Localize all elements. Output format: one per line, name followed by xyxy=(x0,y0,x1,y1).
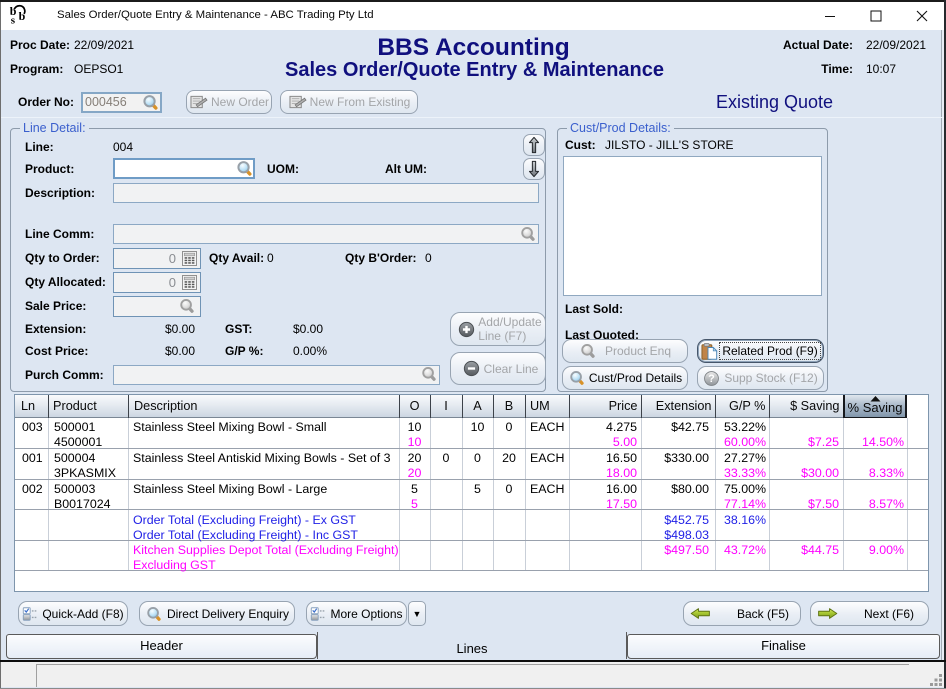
svg-text:s: s xyxy=(11,15,16,27)
svg-text:b: b xyxy=(19,9,26,23)
